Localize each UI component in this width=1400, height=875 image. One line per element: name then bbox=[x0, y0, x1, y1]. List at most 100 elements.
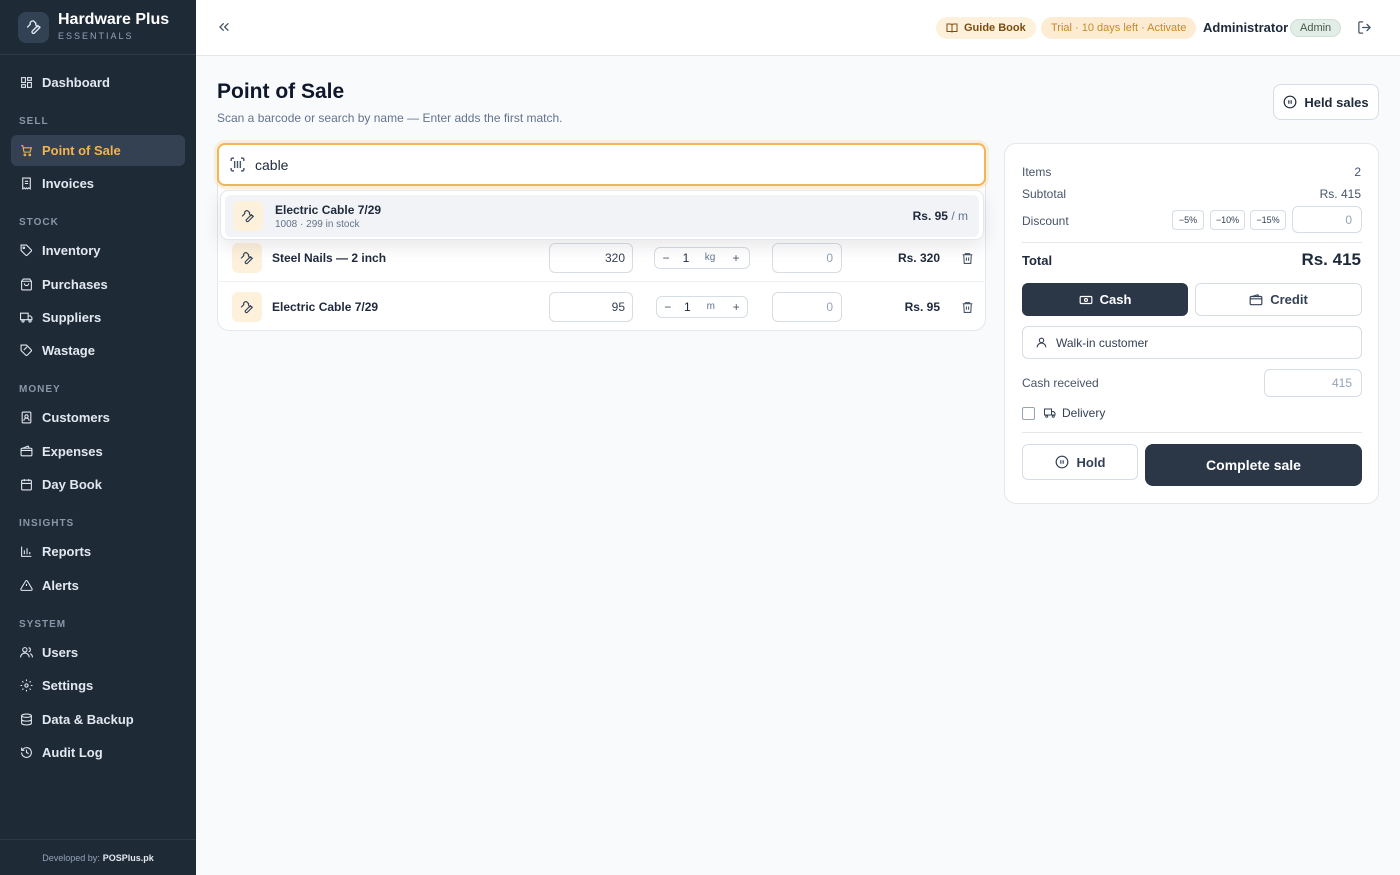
nav-label: Invoices bbox=[42, 176, 95, 191]
nav-expenses[interactable]: Expenses bbox=[11, 436, 185, 467]
nav-label: Suppliers bbox=[42, 310, 102, 325]
nav-inventory[interactable]: Inventory bbox=[11, 235, 185, 266]
unit-label: kg bbox=[704, 252, 716, 263]
discount-5-button[interactable]: −5% bbox=[1172, 210, 1204, 230]
wallet-icon bbox=[1249, 293, 1263, 305]
nav-data-backup[interactable]: Data & Backup bbox=[11, 704, 185, 735]
users-icon bbox=[20, 647, 33, 658]
suggestion-unit: / m bbox=[951, 209, 968, 223]
nav-label: Data & Backup bbox=[42, 712, 134, 727]
search-input[interactable] bbox=[255, 156, 855, 173]
credit-button[interactable]: Credit bbox=[1195, 283, 1362, 316]
collapse-sidebar-icon[interactable] bbox=[216, 19, 232, 35]
user-name: Administrator bbox=[1203, 20, 1289, 35]
footer-brand[interactable]: POSPlus.pk bbox=[103, 853, 154, 863]
suggestion-item[interactable]: Electric Cable 7/29 1008 · 299 in stock … bbox=[225, 195, 979, 237]
nav-day-book[interactable]: Day Book bbox=[11, 469, 185, 500]
nav-wastage[interactable]: Wastage bbox=[11, 335, 185, 366]
credit-label: Credit bbox=[1270, 292, 1308, 307]
bag-icon bbox=[21, 278, 32, 291]
nav-label: Reports bbox=[42, 544, 92, 559]
nav-label: Alerts bbox=[42, 578, 79, 593]
subtotal-label: Subtotal bbox=[1022, 187, 1067, 201]
nav-reports[interactable]: Reports bbox=[11, 536, 185, 567]
held-sales-label: Held sales bbox=[1304, 94, 1369, 110]
held-sales-button[interactable]: Held sales bbox=[1273, 84, 1379, 120]
dashboard-icon bbox=[21, 77, 32, 88]
nav-settings[interactable]: Settings bbox=[11, 670, 185, 701]
search-suggestions: Electric Cable 7/29 1008 · 299 in stock … bbox=[220, 190, 984, 240]
price-input[interactable]: 320 bbox=[549, 242, 633, 273]
guide-book-button[interactable]: Guide Book bbox=[936, 17, 1036, 39]
quantity-stepper: − 1 kg + bbox=[654, 246, 750, 269]
discount-10-button[interactable]: −10% bbox=[1210, 210, 1245, 230]
cash-button[interactable]: Cash bbox=[1022, 283, 1188, 316]
nav-label: Settings bbox=[42, 678, 94, 693]
sidebar-footer: Developed by: POSPlus.pk bbox=[0, 839, 196, 875]
section-stock: STOCK bbox=[19, 217, 59, 228]
section-sell: SELL bbox=[19, 116, 49, 127]
price-input[interactable]: 95 bbox=[549, 291, 633, 322]
decrease-button[interactable]: − bbox=[657, 300, 679, 314]
nav-point-of-sale[interactable]: Point of Sale bbox=[11, 135, 185, 166]
delivery-checkbox[interactable] bbox=[1022, 406, 1035, 420]
customer-label: Walk-in customer bbox=[1056, 335, 1149, 350]
line-discount-input[interactable]: 0 bbox=[772, 291, 842, 322]
calendar-icon bbox=[21, 479, 32, 491]
cash-received-input[interactable]: 415 bbox=[1264, 369, 1362, 397]
contact-icon bbox=[21, 411, 32, 424]
nav-purchases[interactable]: Purchases bbox=[11, 269, 185, 300]
search-box bbox=[217, 143, 986, 186]
topbar: Guide Book Trial · 10 days left · Activa… bbox=[196, 0, 1400, 56]
quantity-stepper: − 1 m + bbox=[656, 295, 748, 318]
nav-alerts[interactable]: Alerts bbox=[11, 570, 185, 601]
hold-button[interactable]: Hold bbox=[1022, 444, 1138, 480]
quantity-value[interactable]: 1 bbox=[679, 300, 697, 314]
page-title: Point of Sale bbox=[217, 80, 345, 103]
quantity-value[interactable]: 1 bbox=[677, 251, 695, 265]
trial-activate-button[interactable]: Trial · 10 days left · Activate bbox=[1041, 17, 1197, 39]
nav-customers[interactable]: Customers bbox=[11, 402, 185, 433]
cash-received-label: Cash received bbox=[1022, 376, 1099, 390]
banknote-icon bbox=[1079, 295, 1093, 304]
nav-label: Wastage bbox=[42, 343, 95, 358]
subtotal-value: Rs. 415 bbox=[1319, 187, 1361, 201]
complete-sale-button[interactable]: Complete sale bbox=[1145, 444, 1362, 486]
delete-icon[interactable] bbox=[961, 300, 974, 314]
delivery-label: Delivery bbox=[1062, 406, 1106, 420]
nav-invoices[interactable]: Invoices bbox=[11, 168, 185, 199]
suggestion-name: Electric Cable 7/29 bbox=[275, 202, 382, 217]
pause-circle-icon bbox=[1283, 95, 1297, 109]
nav-label: Inventory bbox=[42, 243, 101, 258]
wrench-logo-icon bbox=[18, 11, 49, 43]
cash-label: Cash bbox=[1099, 292, 1132, 307]
increase-button[interactable]: + bbox=[725, 251, 747, 265]
section-insights: INSIGHTS bbox=[19, 518, 75, 529]
brand-subtitle: ESSENTIALS bbox=[58, 31, 134, 41]
pause-circle-icon bbox=[1055, 455, 1068, 469]
nav-dashboard[interactable]: Dashboard bbox=[11, 67, 185, 98]
divider bbox=[1022, 432, 1362, 433]
delete-icon[interactable] bbox=[961, 251, 974, 265]
items-count: 2 bbox=[1354, 165, 1361, 179]
decrease-button[interactable]: − bbox=[655, 251, 677, 265]
history-icon bbox=[21, 747, 32, 758]
suggestion-meta: 1008 · 299 in stock bbox=[275, 218, 360, 230]
brand: Hardware Plus ESSENTIALS bbox=[0, 0, 196, 55]
cart-icon bbox=[21, 145, 33, 157]
gear-icon bbox=[20, 679, 33, 692]
nav-audit-log[interactable]: Audit Log bbox=[11, 737, 185, 768]
unit-label: m bbox=[706, 301, 715, 312]
nav-label: Dashboard bbox=[42, 75, 110, 90]
nav-suppliers[interactable]: Suppliers bbox=[11, 302, 185, 333]
nav-users[interactable]: Users bbox=[11, 637, 185, 668]
customer-selector[interactable]: Walk-in customer bbox=[1022, 326, 1362, 359]
nav-label: Users bbox=[42, 645, 79, 660]
discount-15-button[interactable]: −15% bbox=[1250, 210, 1286, 230]
logout-icon[interactable] bbox=[1357, 20, 1372, 35]
discount-input[interactable]: 0 bbox=[1292, 206, 1362, 233]
delivery-toggle[interactable]: Delivery bbox=[1022, 406, 1105, 420]
line-discount-input[interactable]: 0 bbox=[772, 242, 842, 273]
user-icon bbox=[1036, 337, 1047, 348]
increase-button[interactable]: + bbox=[725, 300, 747, 314]
